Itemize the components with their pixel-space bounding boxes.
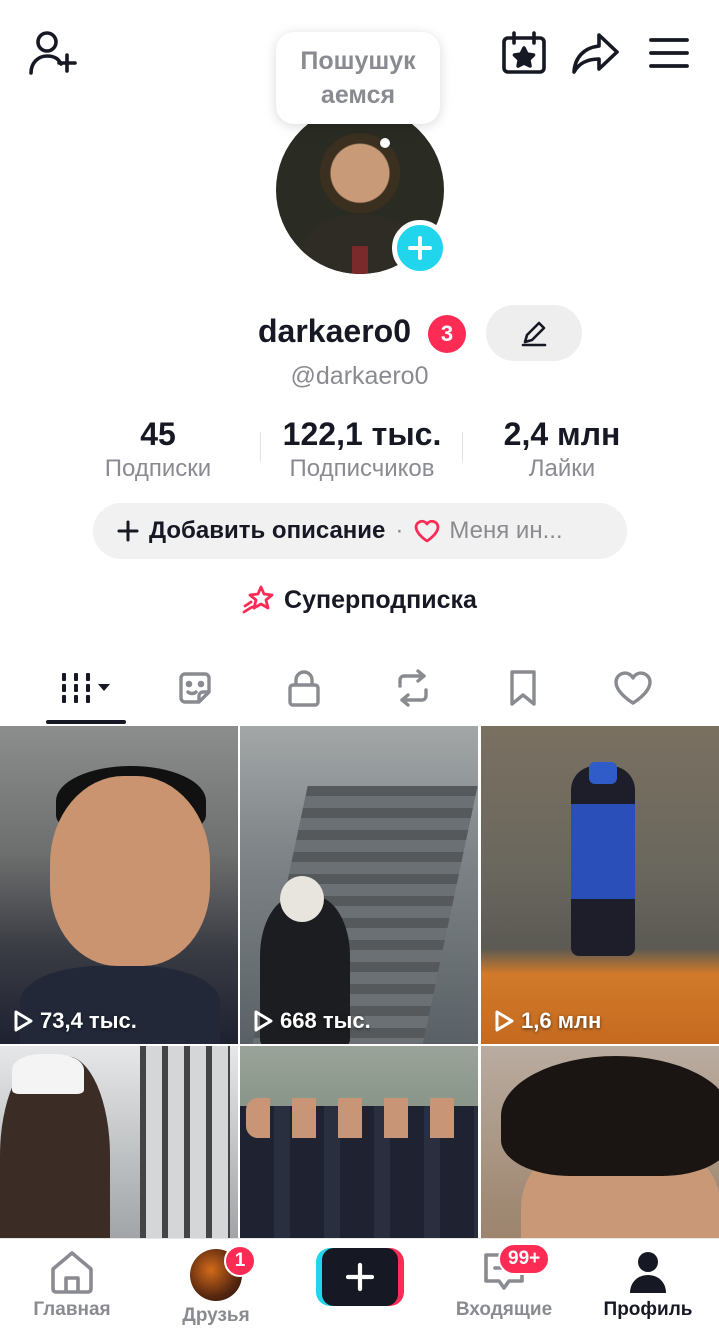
nav-inbox-label: Входящие bbox=[455, 1299, 553, 1320]
plus-icon bbox=[408, 236, 432, 260]
hamburger-menu-icon bbox=[649, 38, 689, 68]
plus-icon bbox=[117, 520, 139, 542]
separator-dot: · bbox=[395, 517, 404, 544]
notification-badge: 3 bbox=[428, 315, 466, 353]
video-thumbnail[interactable]: 73,4 тыс. bbox=[0, 726, 238, 1044]
inbox-badge: 99+ bbox=[498, 1243, 551, 1275]
status-note-line1: Пошушук bbox=[300, 47, 416, 75]
stat-likes-label: Лайки bbox=[528, 455, 596, 482]
grid-icon bbox=[62, 673, 110, 703]
add-description-pill[interactable]: Добавить описание · Меня ин... bbox=[93, 503, 627, 559]
friends-badge: 1 bbox=[224, 1245, 256, 1277]
name-row: darkaero0 3 bbox=[0, 305, 719, 361]
nav-profile-label: Профиль bbox=[603, 1299, 693, 1320]
nav-home-label: Главная bbox=[33, 1299, 111, 1320]
username: darkaero0 bbox=[258, 313, 411, 349]
tab-favorites[interactable] bbox=[483, 660, 563, 716]
super-star-icon bbox=[242, 585, 274, 614]
stat-divider bbox=[260, 432, 261, 462]
heart-icon bbox=[614, 671, 652, 705]
bookmark-icon bbox=[510, 670, 536, 706]
view-count: 73,4 тыс. bbox=[12, 1008, 137, 1034]
active-tab-indicator bbox=[46, 720, 126, 724]
nav-friends-label: Друзья bbox=[182, 1305, 250, 1326]
view-count: 668 тыс. bbox=[252, 1008, 371, 1034]
plus-icon bbox=[345, 1262, 375, 1292]
bio-preview[interactable]: Меня ин... bbox=[413, 517, 563, 545]
tab-stickers[interactable] bbox=[155, 660, 235, 716]
pencil-icon bbox=[521, 321, 547, 347]
menu-button[interactable] bbox=[646, 32, 692, 74]
heart-outline-icon bbox=[415, 519, 440, 543]
create-video-button[interactable] bbox=[316, 1248, 404, 1306]
video-thumbnail[interactable]: 668 тыс. bbox=[240, 726, 478, 1044]
nav-home[interactable]: Главная bbox=[12, 1249, 132, 1337]
status-note-bubble[interactable]: Пошушук аемся bbox=[276, 32, 440, 124]
profile-person-icon bbox=[630, 1252, 666, 1293]
super-subscription-link[interactable]: Суперподписка bbox=[0, 584, 719, 616]
status-note-line2: аемся bbox=[320, 81, 396, 109]
play-icon bbox=[14, 1010, 33, 1032]
add-user-icon bbox=[29, 31, 77, 75]
stat-following-label: Подписки bbox=[104, 455, 212, 482]
stat-followers-label: Подписчиков bbox=[289, 455, 435, 482]
profile-handle: @darkaero0 bbox=[290, 362, 429, 390]
stat-following[interactable]: 45 Подписки bbox=[58, 414, 258, 484]
sticker-icon bbox=[179, 672, 211, 704]
repost-icon bbox=[398, 669, 428, 707]
tab-liked[interactable] bbox=[593, 660, 673, 716]
tab-reposts[interactable] bbox=[373, 660, 453, 716]
nav-friends[interactable]: Друзья bbox=[156, 1249, 276, 1337]
edit-profile-button[interactable] bbox=[486, 305, 582, 361]
stat-following-value: 45 bbox=[140, 416, 176, 452]
add-friend-button[interactable] bbox=[26, 28, 78, 78]
home-icon bbox=[51, 1251, 93, 1294]
tab-private[interactable] bbox=[264, 660, 344, 716]
profile-stats: 45 Подписки 122,1 тыс. Подписчиков 2,4 м… bbox=[58, 414, 662, 484]
stat-followers[interactable]: 122,1 тыс. Подписчиков bbox=[262, 414, 462, 484]
play-icon bbox=[495, 1010, 514, 1032]
play-icon bbox=[254, 1010, 273, 1032]
super-subscription-label: Суперподписка bbox=[284, 585, 477, 614]
lock-icon bbox=[288, 670, 320, 707]
calendar-star-icon bbox=[502, 31, 546, 74]
nav-profile[interactable]: Профиль bbox=[588, 1249, 708, 1337]
stat-likes[interactable]: 2,4 млн Лайки bbox=[462, 414, 662, 484]
view-count: 1,6 млн bbox=[493, 1008, 601, 1034]
bio-preview-text: Меня ин... bbox=[449, 517, 563, 544]
video-thumbnail[interactable]: 1,6 млн bbox=[481, 726, 719, 1044]
bubble-tail-dot bbox=[380, 138, 390, 148]
tab-videos[interactable] bbox=[46, 660, 126, 716]
profile-tabs bbox=[0, 650, 719, 726]
stat-followers-value: 122,1 тыс. bbox=[282, 416, 442, 452]
creator-calendar-button[interactable] bbox=[500, 30, 548, 76]
share-arrow-icon bbox=[572, 33, 619, 74]
add-description-label: Добавить описание bbox=[149, 517, 386, 544]
add-description-button[interactable]: Добавить описание bbox=[117, 517, 385, 545]
share-profile-button[interactable] bbox=[570, 30, 622, 76]
add-story-button[interactable] bbox=[392, 220, 448, 276]
stat-likes-value: 2,4 млн bbox=[503, 416, 621, 452]
